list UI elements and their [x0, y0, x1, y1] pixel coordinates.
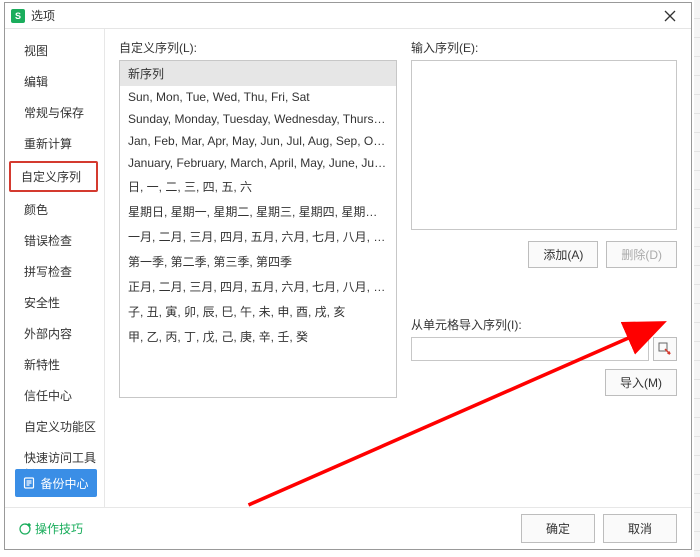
- list-item[interactable]: 新序列: [120, 61, 396, 86]
- dialog-title: 选项: [31, 7, 653, 24]
- sidebar-item[interactable]: 错误检查: [5, 225, 104, 256]
- sidebar-item[interactable]: 重新计算: [5, 128, 104, 159]
- content-panel: 自定义序列(L): 新序列Sun, Mon, Tue, Wed, Thu, Fr…: [105, 29, 691, 507]
- import-label: 从单元格导入序列(I):: [411, 316, 677, 333]
- sidebar-item[interactable]: 新特性: [5, 349, 104, 380]
- sidebar-item[interactable]: 自定义序列: [9, 161, 98, 192]
- spreadsheet-edge: [694, 0, 700, 557]
- backup-icon: [23, 477, 35, 489]
- tips-label: 操作技巧: [35, 520, 83, 537]
- backup-label: 备份中心: [40, 475, 88, 492]
- cancel-button[interactable]: 取消: [603, 514, 677, 543]
- import-button[interactable]: 导入(M): [605, 369, 677, 396]
- sidebar-item[interactable]: 拼写检查: [5, 256, 104, 287]
- app-icon-letter: S: [15, 11, 21, 21]
- list-item[interactable]: Sun, Mon, Tue, Wed, Thu, Fri, Sat: [120, 86, 396, 108]
- range-select-icon: [658, 342, 672, 356]
- tips-icon: [19, 523, 31, 535]
- custom-list-column: 自定义序列(L): 新序列Sun, Mon, Tue, Wed, Thu, Fr…: [119, 39, 397, 398]
- list-item[interactable]: Sunday, Monday, Tuesday, Wednesday, Thur…: [120, 108, 396, 130]
- sidebar-item[interactable]: 常规与保存: [5, 97, 104, 128]
- sidebar-item[interactable]: 颜色: [5, 194, 104, 225]
- sidebar-item[interactable]: 外部内容: [5, 318, 104, 349]
- sidebar-item[interactable]: 编辑: [5, 66, 104, 97]
- list-item[interactable]: January, February, March, April, May, Ju…: [120, 152, 396, 174]
- list-item[interactable]: 甲, 乙, 丙, 丁, 戊, 己, 庚, 辛, 壬, 癸: [120, 324, 396, 349]
- sidebar-item[interactable]: 自定义功能区: [5, 411, 104, 442]
- add-button[interactable]: 添加(A): [528, 241, 598, 268]
- list-item[interactable]: 第一季, 第二季, 第三季, 第四季: [120, 249, 396, 274]
- list-item[interactable]: 一月, 二月, 三月, 四月, 五月, 六月, 七月, 八月, 九月, 十月, …: [120, 224, 396, 249]
- list-item[interactable]: 日, 一, 二, 三, 四, 五, 六: [120, 174, 396, 199]
- list-item[interactable]: 星期日, 星期一, 星期二, 星期三, 星期四, 星期五, 星期六: [120, 199, 396, 224]
- list-item[interactable]: 子, 丑, 寅, 卯, 辰, 巳, 午, 未, 申, 酉, 戌, 亥: [120, 299, 396, 324]
- import-input-row: [411, 337, 677, 361]
- list-item[interactable]: 正月, 二月, 三月, 四月, 五月, 六月, 七月, 八月, 九月, 十月, …: [120, 274, 396, 299]
- custom-list-box[interactable]: 新序列Sun, Mon, Tue, Wed, Thu, Fri, SatSund…: [119, 60, 397, 398]
- backup-center-button[interactable]: 备份中心: [15, 469, 97, 497]
- sidebar-item[interactable]: 信任中心: [5, 380, 104, 411]
- import-section: 从单元格导入序列(I): 导入(M): [411, 316, 677, 396]
- sidebar-item[interactable]: 安全性: [5, 287, 104, 318]
- dialog-footer: 操作技巧 确定 取消: [5, 507, 691, 549]
- import-button-row: 导入(M): [411, 369, 677, 396]
- delete-button[interactable]: 删除(D): [606, 241, 677, 268]
- import-range-input[interactable]: [411, 337, 649, 361]
- app-icon: S: [11, 9, 25, 23]
- sidebar: 视图编辑常规与保存重新计算自定义序列颜色错误检查拼写检查安全性外部内容新特性信任…: [5, 29, 105, 507]
- input-sequence-textarea[interactable]: [411, 60, 677, 230]
- ok-button[interactable]: 确定: [521, 514, 595, 543]
- input-column: 输入序列(E): 添加(A) 删除(D) 从单元格导入序列(I):: [411, 39, 677, 396]
- input-list-label: 输入序列(E):: [411, 39, 677, 56]
- sidebar-item[interactable]: 视图: [5, 35, 104, 66]
- sidebar-items: 视图编辑常规与保存重新计算自定义序列颜色错误检查拼写检查安全性外部内容新特性信任…: [5, 35, 104, 490]
- dialog-body: 视图编辑常规与保存重新计算自定义序列颜色错误检查拼写检查安全性外部内容新特性信任…: [5, 29, 691, 507]
- range-select-button[interactable]: [653, 337, 677, 361]
- add-delete-row: 添加(A) 删除(D): [411, 241, 677, 268]
- custom-list-label: 自定义序列(L):: [119, 39, 397, 56]
- tips-link[interactable]: 操作技巧: [19, 520, 83, 537]
- options-dialog: S 选项 视图编辑常规与保存重新计算自定义序列颜色错误检查拼写检查安全性外部内容…: [4, 2, 692, 550]
- close-icon: [664, 10, 676, 22]
- dialog-titlebar: S 选项: [5, 3, 691, 29]
- close-button[interactable]: [653, 4, 687, 28]
- list-item[interactable]: Jan, Feb, Mar, Apr, May, Jun, Jul, Aug, …: [120, 130, 396, 152]
